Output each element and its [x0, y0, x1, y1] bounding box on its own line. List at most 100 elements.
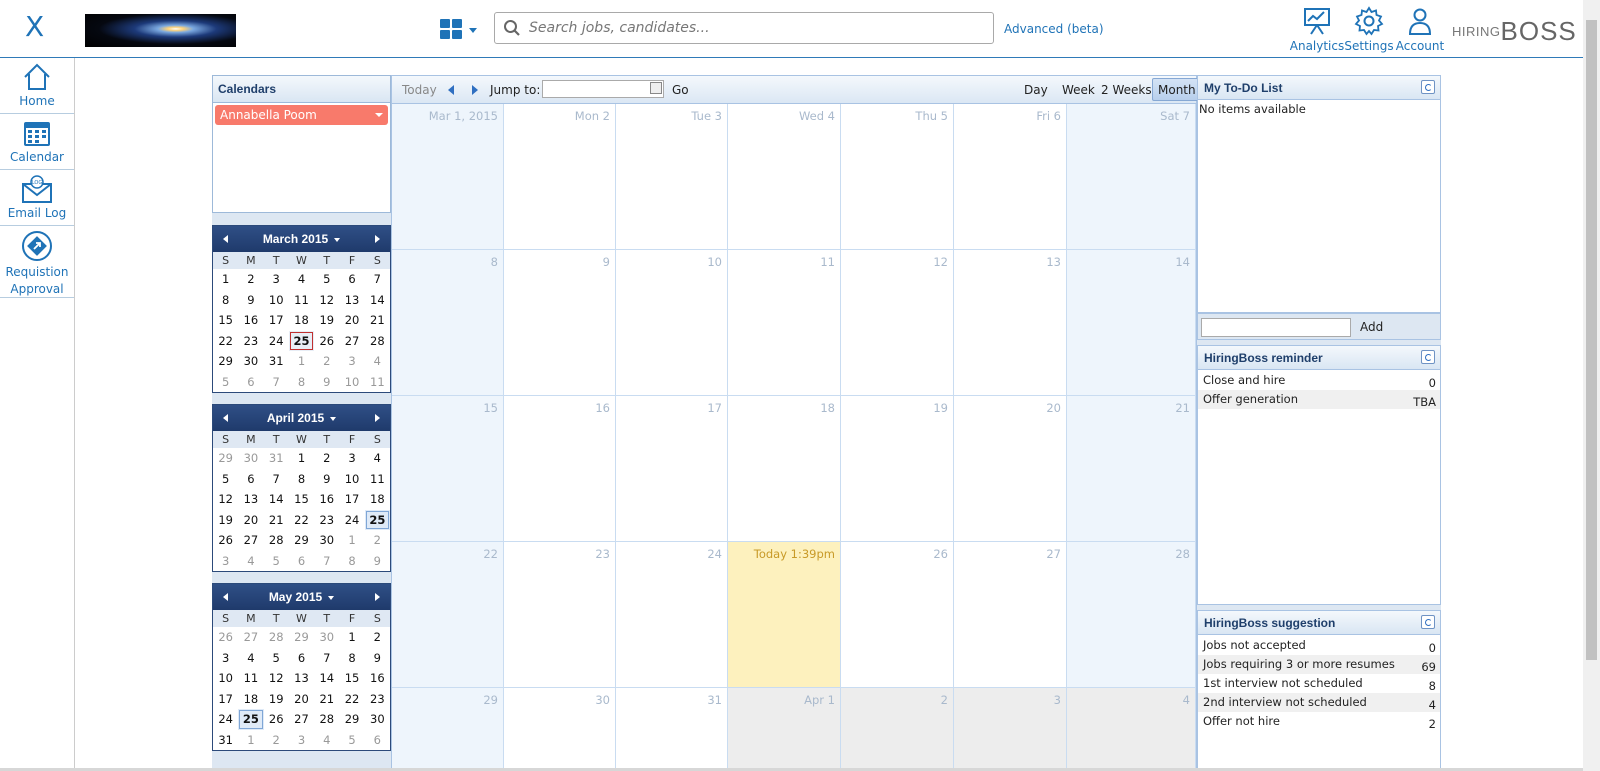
mini-calendar-day[interactable]: 21: [314, 689, 339, 710]
mini-calendar-day[interactable]: 22: [289, 510, 314, 531]
mini-calendar-day[interactable]: 10: [339, 469, 364, 490]
mini-calendar-day[interactable]: 10: [213, 668, 238, 689]
month-day-cell[interactable]: 28: [1067, 542, 1196, 688]
month-day-cell[interactable]: 24: [616, 542, 728, 688]
nav-home[interactable]: Home: [0, 58, 74, 114]
mini-calendar-day[interactable]: 26: [213, 627, 238, 648]
search-input[interactable]: [529, 17, 984, 39]
mini-calendar-day[interactable]: 27: [339, 331, 364, 352]
mini-calendar-day[interactable]: 18: [365, 489, 390, 510]
view-month-button[interactable]: Month: [1152, 78, 1202, 101]
next-month-button[interactable]: [375, 414, 380, 422]
mini-calendar-day[interactable]: 2: [314, 448, 339, 469]
suggestion-row[interactable]: 2nd interview not scheduled 4: [1198, 693, 1440, 712]
month-day-cell[interactable]: 14: [1067, 250, 1196, 396]
mini-calendar-day[interactable]: 30: [238, 351, 263, 372]
mini-calendar-day[interactable]: 9: [365, 551, 390, 572]
mini-calendar-day[interactable]: 9: [238, 290, 263, 311]
month-day-cell[interactable]: 30: [504, 688, 616, 771]
mini-calendar-day[interactable]: 5: [213, 469, 238, 490]
mini-calendar-day[interactable]: 5: [339, 730, 364, 751]
mini-calendar-day[interactable]: 3: [264, 269, 289, 290]
mini-calendar-title[interactable]: May 2015: [269, 590, 322, 604]
go-button[interactable]: Go: [672, 83, 689, 97]
month-day-cell[interactable]: 20: [954, 396, 1067, 542]
mini-calendar-day[interactable]: 28: [314, 709, 339, 730]
mini-calendar-day[interactable]: 1: [339, 627, 364, 648]
mini-calendar-day[interactable]: 6: [238, 372, 263, 393]
mini-calendar-day[interactable]: 4: [365, 448, 390, 469]
mini-calendar-day[interactable]: 26: [264, 709, 289, 730]
mini-calendar-day[interactable]: 25: [364, 509, 390, 530]
mini-calendar-day[interactable]: 1: [339, 530, 364, 551]
mini-calendar-day[interactable]: 28: [264, 530, 289, 551]
month-day-cell[interactable]: 27: [954, 542, 1067, 688]
mini-calendar-day[interactable]: 4: [238, 648, 263, 669]
mini-calendar-day[interactable]: 11: [365, 372, 390, 393]
month-day-cell[interactable]: Wed 4: [728, 104, 841, 250]
mini-calendar-day[interactable]: 19: [264, 689, 289, 710]
month-day-cell[interactable]: 23: [504, 542, 616, 688]
mini-calendar-day[interactable]: 26: [314, 331, 339, 352]
month-day-cell[interactable]: 18: [728, 396, 841, 542]
mini-calendar-day[interactable]: 2: [365, 530, 390, 551]
month-day-cell[interactable]: Sat 7: [1067, 104, 1196, 250]
advanced-search-link[interactable]: Advanced (beta): [1004, 22, 1104, 36]
month-day-cell[interactable]: 19: [841, 396, 954, 542]
view-day-button[interactable]: Day: [1018, 78, 1054, 101]
next-month-button[interactable]: [375, 593, 380, 601]
mini-calendar-day[interactable]: 6: [289, 551, 314, 572]
month-day-cell[interactable]: 9: [504, 250, 616, 396]
mini-calendar-day[interactable]: 15: [339, 668, 364, 689]
mini-calendar-day[interactable]: 29: [213, 351, 238, 372]
previous-month-button[interactable]: [223, 414, 228, 422]
mini-calendar-day[interactable]: 8: [213, 290, 238, 311]
mini-calendar-day[interactable]: 4: [289, 269, 314, 290]
scrollbar-thumb[interactable]: [1586, 20, 1597, 660]
nav-calendar[interactable]: Calendar: [0, 114, 74, 170]
month-day-cell[interactable]: 17: [616, 396, 728, 542]
mini-calendar-day[interactable]: 19: [213, 510, 238, 531]
month-day-cell[interactable]: Mar 1, 2015: [392, 104, 504, 250]
today-button[interactable]: Today: [402, 83, 437, 97]
mini-calendar-day[interactable]: 5: [264, 551, 289, 572]
mini-calendar-day[interactable]: 29: [289, 627, 314, 648]
mini-calendar-day[interactable]: 8: [289, 372, 314, 393]
month-day-cell[interactable]: 8: [392, 250, 504, 396]
previous-month-button[interactable]: [223, 235, 228, 243]
analytics-button[interactable]: Analytics: [1287, 6, 1347, 53]
mini-calendar-day[interactable]: 11: [365, 469, 390, 490]
month-day-cell[interactable]: 31: [616, 688, 728, 771]
mini-calendar-day[interactable]: 2: [314, 351, 339, 372]
todo-add-button[interactable]: Add: [1360, 320, 1383, 334]
mini-calendar-day[interactable]: 19: [314, 310, 339, 331]
month-day-cell[interactable]: Mon 2: [504, 104, 616, 250]
nav-requisition-approval[interactable]: Requistion Approval: [0, 226, 74, 298]
mini-calendar-day[interactable]: 20: [339, 310, 364, 331]
mini-calendar-title[interactable]: March 2015: [263, 232, 328, 246]
month-day-cell[interactable]: 26: [841, 542, 954, 688]
mini-calendar-day[interactable]: 30: [365, 709, 390, 730]
mini-calendar-day[interactable]: 8: [339, 551, 364, 572]
mini-calendar-day[interactable]: 30: [314, 627, 339, 648]
mini-calendar-day[interactable]: 20: [289, 689, 314, 710]
mini-calendar-day[interactable]: 27: [238, 627, 263, 648]
refresh-icon[interactable]: [1421, 80, 1435, 94]
mini-calendar-day[interactable]: 1: [213, 269, 238, 290]
mini-calendar-day[interactable]: 15: [213, 310, 238, 331]
mini-calendar-day[interactable]: 7: [314, 551, 339, 572]
mini-calendar-day[interactable]: 9: [365, 648, 390, 669]
apps-grid-button[interactable]: [440, 18, 482, 42]
month-day-cell[interactable]: 13: [954, 250, 1067, 396]
month-day-cell[interactable]: 10: [616, 250, 728, 396]
mini-calendar-day[interactable]: 11: [238, 668, 263, 689]
jump-to-date-input[interactable]: [542, 80, 664, 98]
month-day-cell[interactable]: 21: [1067, 396, 1196, 542]
month-day-cell[interactable]: 12: [841, 250, 954, 396]
mini-calendar-day[interactable]: 12: [264, 668, 289, 689]
mini-calendar-day[interactable]: 28: [365, 331, 390, 352]
mini-calendar-day[interactable]: 27: [238, 530, 263, 551]
mini-calendar-day[interactable]: 11: [289, 290, 314, 311]
mini-calendar-day[interactable]: 3: [289, 730, 314, 751]
mini-calendar-day[interactable]: 31: [264, 448, 289, 469]
